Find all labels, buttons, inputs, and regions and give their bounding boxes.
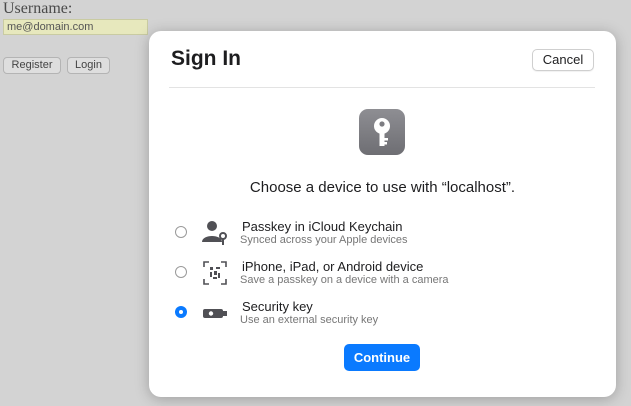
option-subtitle: Save a passkey on a device with a camera [240, 274, 449, 286]
radio-security-key[interactable] [175, 306, 187, 318]
radio-passkey-icloud[interactable] [175, 226, 187, 238]
key-icon [359, 109, 405, 155]
continue-button[interactable]: Continue [344, 344, 420, 371]
register-button[interactable]: Register [3, 57, 61, 74]
device-choice-heading: Choose a device to use with “localhost”. [249, 179, 516, 196]
option-mobile-device[interactable]: iPhone, iPad, or Android device Save a p… [149, 257, 616, 289]
dialog-title: Sign In [171, 47, 241, 70]
option-subtitle: Use an external security key [240, 314, 379, 326]
person-key-icon [201, 219, 229, 247]
security-key-icon [201, 299, 229, 327]
qr-code-icon [201, 259, 229, 287]
option-security-key[interactable]: Security key Use an external security ke… [149, 297, 616, 329]
option-passkey-icloud[interactable]: Passkey in iCloud Keychain Synced across… [149, 217, 616, 249]
username-input[interactable]: me@domain.com [3, 19, 148, 35]
sign-in-dialog: Sign In Cancel Choose a device to use wi… [149, 31, 616, 397]
option-title: Passkey in iCloud Keychain [242, 219, 403, 234]
radio-mobile-device[interactable] [175, 266, 187, 278]
option-title: Security key [242, 299, 313, 314]
option-subtitle: Synced across your Apple devices [240, 234, 408, 246]
cancel-button[interactable]: Cancel [532, 49, 594, 71]
login-button[interactable]: Login [67, 57, 110, 74]
divider [169, 87, 595, 88]
option-title: iPhone, iPad, or Android device [242, 259, 424, 274]
username-label: Username: [3, 0, 73, 17]
